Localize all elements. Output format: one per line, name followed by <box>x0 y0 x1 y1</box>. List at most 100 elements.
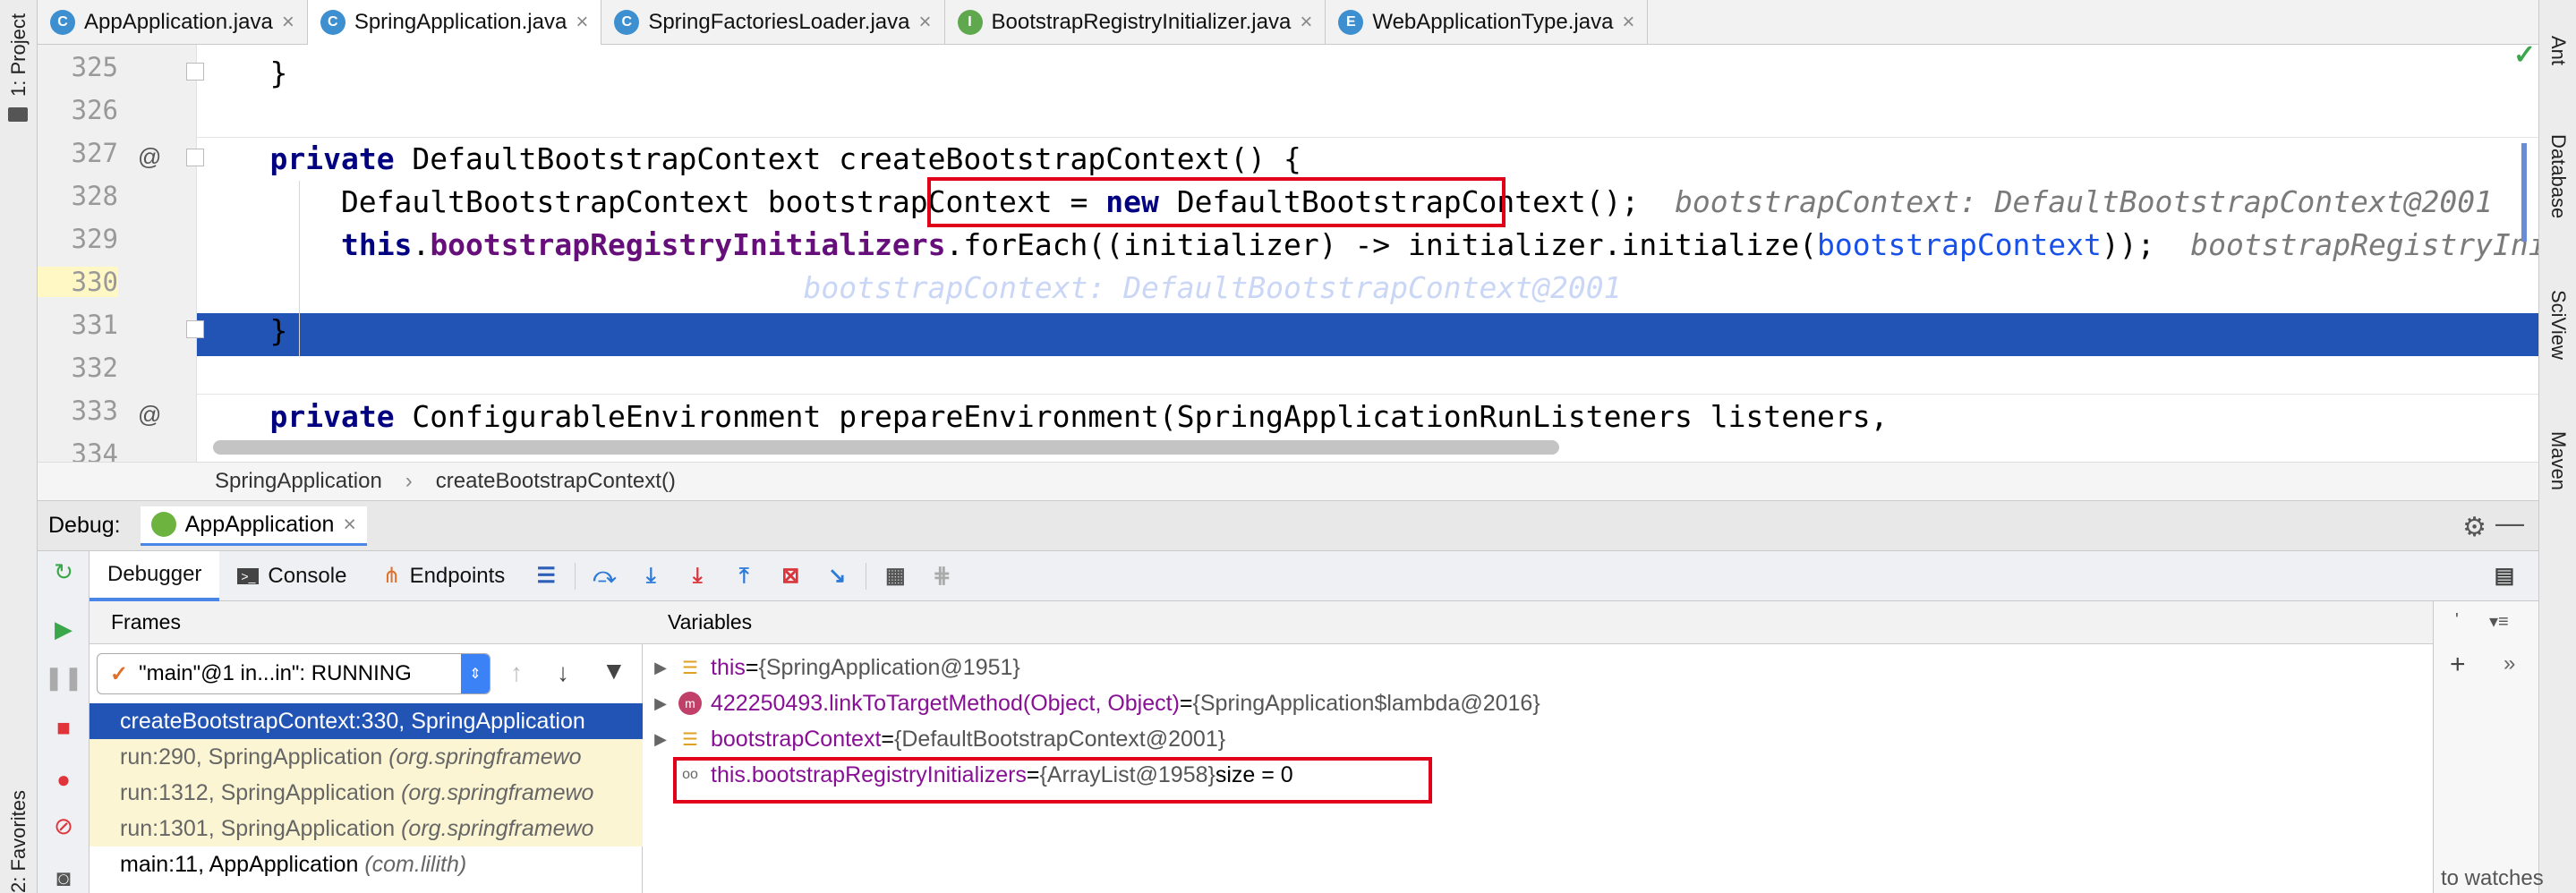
console-icon: >_ <box>237 567 260 584</box>
frame-label: main:11, AppApplication <box>120 852 365 877</box>
close-icon[interactable]: × <box>919 10 932 35</box>
arrow-down-icon[interactable]: ↓ <box>557 659 569 687</box>
frames-menu-icon[interactable]: ☰ <box>533 564 559 589</box>
step-out-icon[interactable]: ⤒ <box>731 564 756 589</box>
class-icon: C <box>320 9 345 35</box>
override-marker-icon[interactable]: @ <box>138 143 161 171</box>
line-number: 332 <box>71 353 118 383</box>
breadcrumb-separator: › <box>405 469 413 493</box>
project-folder-icon[interactable] <box>8 107 28 122</box>
code-text: )); <box>2101 227 2155 262</box>
settings-gear-icon[interactable]: ⚙ <box>2462 512 2486 543</box>
breadcrumb-class[interactable]: SpringApplication <box>215 469 382 494</box>
stop-icon[interactable]: ■ <box>50 714 77 741</box>
arrow-up-icon[interactable]: ↑ <box>510 659 523 687</box>
override-marker-icon[interactable]: @ <box>138 401 161 429</box>
horizontal-scrollbar[interactable] <box>213 440 1559 455</box>
frame-package: (org.springframewo <box>388 744 582 770</box>
editor-gutter[interactable]: 325 326 327 328 329 330 331 332 333 334 … <box>38 45 204 462</box>
vertical-scrollbar[interactable] <box>2521 143 2527 242</box>
watch-options-icon[interactable]: ' <box>2455 610 2459 631</box>
tab-spring-application[interactable]: C SpringApplication.java × <box>307 0 602 45</box>
run-to-cursor-icon[interactable]: ↘ <box>824 564 849 589</box>
class-icon: C <box>614 9 640 35</box>
code-text: ConfigurableEnvironment prepareEnvironme… <box>394 399 1889 434</box>
maven-tool-button[interactable]: Maven <box>2546 431 2570 490</box>
endpoints-icon: ⋔ <box>382 564 401 588</box>
tab-web-application-type[interactable]: E WebApplicationType.java × <box>1326 0 1649 45</box>
evaluate-expression-icon[interactable]: ▦ <box>883 564 908 589</box>
variable-row[interactable]: ▶ ☰ bootstrapContext = {DefaultBootstrap… <box>643 721 1225 757</box>
close-icon[interactable]: × <box>282 10 294 35</box>
line-number: 327 <box>71 138 118 168</box>
debug-toolbar: Debugger >_ Console ⋔ Endpoints ☰ ⤼ ⤓ ⤓ ⤒ … <box>38 550 2538 601</box>
drop-frame-icon[interactable]: ⊠ <box>778 564 803 589</box>
variable-row[interactable]: ▶ m 422250493.linkToTargetMethod(Object,… <box>643 685 1540 721</box>
rerun-icon[interactable]: ↻ <box>50 558 77 585</box>
debug-session-tab[interactable]: AppApplication × <box>140 506 368 546</box>
thread-select[interactable]: ✓ "main"@1 in...in": RUNNING ⇕ <box>97 653 490 694</box>
pause-icon[interactable]: ❚❚ <box>44 664 83 691</box>
force-step-into-icon[interactable]: ⤓ <box>685 564 710 589</box>
variable-eq: = <box>745 654 759 680</box>
frame-label: run:1301, SpringApplication <box>120 816 402 841</box>
ant-tool-button[interactable]: Ant <box>2546 36 2570 65</box>
sciview-tool-button[interactable]: SciView <box>2546 290 2570 360</box>
close-icon[interactable]: × <box>1622 10 1634 35</box>
mute-breakpoints-icon[interactable]: ⊘ <box>50 812 77 839</box>
layout-settings-icon[interactable]: ▤ <box>2492 564 2517 589</box>
expand-arrow-icon[interactable]: ▶ <box>643 730 678 749</box>
camera-icon[interactable]: ◙ <box>50 864 77 891</box>
close-icon[interactable]: × <box>576 10 588 35</box>
tab-spring-factories-loader[interactable]: C SpringFactoriesLoader.java × <box>601 0 945 45</box>
list-settings-icon[interactable]: ▾≡ <box>2489 610 2509 633</box>
line-number: 334 <box>71 438 118 462</box>
close-icon[interactable]: × <box>343 512 356 538</box>
field-name: bootstrapRegistryInitializers <box>430 227 946 262</box>
close-icon[interactable]: × <box>1300 10 1312 35</box>
tab-console[interactable]: >_ Console <box>219 551 364 601</box>
code-line-325: } <box>199 55 288 90</box>
highlight-box-method <box>927 177 1506 227</box>
variable-eq: = <box>881 726 895 752</box>
frame-item[interactable]: main:11, AppApplication (com.lilith) <box>90 846 643 882</box>
resume-icon[interactable]: ▶ <box>50 616 77 642</box>
code-editor[interactable]: 325 326 327 328 329 330 331 332 333 334 … <box>38 45 2538 462</box>
trace-stream-icon[interactable]: ⋕ <box>929 564 954 589</box>
step-into-icon[interactable]: ⤓ <box>638 564 663 589</box>
tab-endpoints-label: Endpoints <box>409 563 506 588</box>
favorites-tool-button[interactable]: 2: Favorites <box>7 790 30 893</box>
add-watch-icon[interactable]: + <box>2450 650 2466 680</box>
tab-app-application[interactable]: C AppApplication.java × <box>38 0 308 45</box>
inline-debug-hint: bootstrapContext: DefaultBootstrapContex… <box>803 270 1622 305</box>
code-line-327: private DefaultBootstrapContext createBo… <box>199 138 1301 181</box>
expand-arrow-icon[interactable]: ▶ <box>643 659 678 677</box>
expand-arrow-icon[interactable]: ▶ <box>643 694 678 713</box>
line-number: 328 <box>71 181 118 211</box>
view-breakpoints-icon[interactable]: ● <box>50 766 77 793</box>
variable-name: bootstrapContext <box>711 726 882 752</box>
tab-debugger[interactable]: Debugger <box>90 550 220 601</box>
interface-icon: I <box>957 9 983 35</box>
frame-item[interactable]: createBootstrapContext:330, SpringApplic… <box>90 703 643 739</box>
expand-more-icon[interactable]: » <box>2503 651 2515 676</box>
step-over-icon[interactable]: ⤼ <box>592 564 617 589</box>
variable-name: this <box>711 654 746 680</box>
tab-console-label: Console <box>268 563 347 588</box>
tab-endpoints[interactable]: ⋔ Endpoints <box>364 551 523 601</box>
frame-item[interactable]: run:1312, SpringApplication (org.springf… <box>90 775 643 811</box>
line-number: 325 <box>71 52 118 82</box>
database-tool-button[interactable]: Database <box>2546 134 2570 218</box>
filter-icon[interactable]: ▼ <box>601 657 627 685</box>
project-tool-button[interactable]: 1: Project <box>7 13 30 97</box>
frame-label: createBootstrapContext:330, SpringApplic… <box>120 709 585 734</box>
variable-row[interactable]: ▶ ☰ this = {SpringApplication@1951} <box>643 650 1020 685</box>
breadcrumb-method[interactable]: createBootstrapContext() <box>436 469 676 494</box>
frame-package: (org.springframewo <box>401 780 594 805</box>
frame-item[interactable]: run:1301, SpringApplication (org.springf… <box>90 811 643 846</box>
tab-bootstrap-registry-initializer[interactable]: I BootstrapRegistryInitializer.java × <box>945 0 1326 45</box>
minimize-icon[interactable]: — <box>2495 506 2524 540</box>
to-watches-label: to watches <box>2441 866 2544 890</box>
debug-side-controls: ↻ ▶ ❚❚ ■ ● ⊘ ◙ <box>38 551 90 893</box>
frame-item[interactable]: run:290, SpringApplication (org.springfr… <box>90 739 643 775</box>
